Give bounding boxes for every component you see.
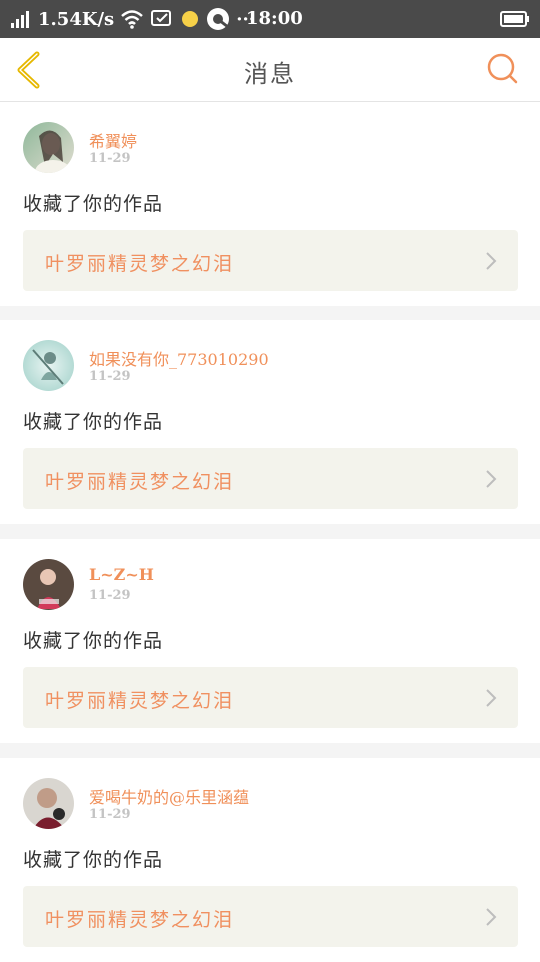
- avatar[interactable]: [23, 340, 74, 391]
- action-text: 收藏了你的作品: [23, 411, 164, 433]
- clock: 18:00: [246, 8, 303, 29]
- timestamp: 11-29: [89, 588, 131, 603]
- chevron-right-icon: [486, 252, 497, 270]
- avatar[interactable]: [23, 122, 74, 173]
- notification-card: L~Z~H 11-29 收藏了你的作品 叶罗丽精灵梦之幻泪: [0, 539, 540, 743]
- username[interactable]: L~Z~H: [89, 565, 154, 584]
- work-title: 叶罗丽精灵梦之幻泪: [45, 253, 235, 275]
- work-title: 叶罗丽精灵梦之幻泪: [45, 909, 235, 931]
- battery-icon: [500, 11, 529, 27]
- app-notification-icon: [207, 8, 230, 30]
- notification-dot-icon: [182, 11, 199, 27]
- timestamp: 11-29: [89, 369, 131, 384]
- page-title: 消息: [244, 60, 296, 88]
- search-icon: [487, 53, 518, 84]
- action-text: 收藏了你的作品: [23, 630, 164, 652]
- work-link[interactable]: 叶罗丽精灵梦之幻泪: [23, 230, 518, 291]
- status-bar: 1.54K/s ··· 18:00: [0, 0, 540, 38]
- avatar-image: [23, 340, 74, 391]
- wifi-icon: [121, 10, 144, 29]
- chevron-right-icon: [486, 689, 497, 707]
- work-link[interactable]: 叶罗丽精灵梦之幻泪: [23, 886, 518, 947]
- username[interactable]: 如果没有你_773010290: [89, 346, 269, 370]
- username[interactable]: 希翼婷: [89, 128, 137, 152]
- work-link[interactable]: 叶罗丽精灵梦之幻泪: [23, 448, 518, 509]
- avatar[interactable]: [23, 778, 74, 829]
- chevron-right-icon: [486, 908, 497, 926]
- work-title: 叶罗丽精灵梦之幻泪: [45, 690, 235, 712]
- message-check-icon: [151, 10, 172, 26]
- chevron-right-icon: [486, 470, 497, 488]
- nav-header: 消息: [0, 38, 540, 102]
- notification-card: 如果没有你_773010290 11-29 收藏了你的作品 叶罗丽精灵梦之幻泪: [0, 320, 540, 524]
- network-speed: 1.54K/s: [38, 8, 115, 30]
- work-link[interactable]: 叶罗丽精灵梦之幻泪: [23, 667, 518, 728]
- avatar-image: [23, 778, 74, 829]
- status-right: [500, 6, 530, 32]
- signal-icon: [11, 11, 29, 28]
- avatar-image: [23, 122, 74, 173]
- notification-card: 爱喝牛奶的@乐里涵蕴 11-29 收藏了你的作品 叶罗丽精灵梦之幻泪: [0, 758, 540, 962]
- work-title: 叶罗丽精灵梦之幻泪: [45, 471, 235, 493]
- status-left: 1.54K/s ···: [10, 6, 255, 32]
- timestamp: 11-29: [89, 807, 131, 822]
- action-text: 收藏了你的作品: [23, 193, 164, 215]
- search-button[interactable]: [486, 52, 520, 86]
- username[interactable]: 爱喝牛奶的@乐里涵蕴: [89, 784, 249, 808]
- notification-card: 希翼婷 11-29 收藏了你的作品 叶罗丽精灵梦之幻泪: [0, 102, 540, 306]
- action-text: 收藏了你的作品: [23, 849, 164, 871]
- avatar[interactable]: [23, 559, 74, 610]
- timestamp: 11-29: [89, 151, 131, 166]
- avatar-image: [23, 559, 74, 610]
